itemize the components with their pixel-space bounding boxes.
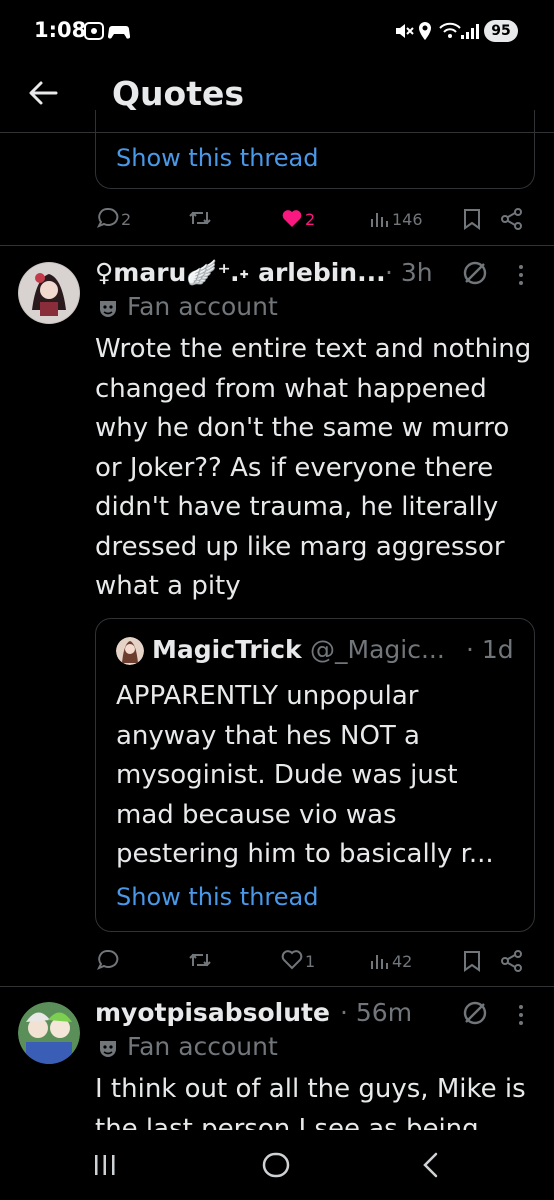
status-bar: 1:08 95 [0,0,554,62]
quoted-tweet-card[interactable]: Show this thread [95,110,535,189]
mute-icon [394,22,414,40]
like-count: 2 [305,210,316,229]
like-count: 1 [305,952,316,971]
tweet-actions: 1 42 [0,946,554,976]
reply-count: 2 [121,210,132,229]
account-label: Fan account [127,1032,278,1061]
quoted-avatar [116,637,144,665]
quoted-time: · 1d [466,635,514,664]
screenshot-icon [84,22,104,40]
quoted-display-name: MagicTrick [152,635,302,664]
divider [0,245,554,246]
battery-indicator: 95 [484,20,518,42]
grok-icon[interactable] [462,260,488,286]
like-heart-icon[interactable] [281,950,303,970]
system-navigation-bar [0,1130,554,1200]
view-count: 42 [392,952,413,971]
avatar[interactable] [18,262,80,324]
location-icon [418,21,432,41]
tweet-time[interactable]: · 3h [385,258,433,287]
grok-icon[interactable] [462,1000,488,1026]
home-icon[interactable] [262,1152,290,1178]
divider [0,986,554,987]
show-thread-link[interactable]: Show this thread [116,144,318,172]
display-name[interactable]: myotpisabsolute [95,998,330,1027]
more-options-icon[interactable] [517,1003,525,1027]
tweet-actions: 2 2 146 [0,204,554,234]
view-count: 146 [392,210,423,229]
quoted-text: APPARENTLY unpopular anyway that hes NOT… [116,681,494,869]
theater-mask-icon [97,298,119,320]
bookmark-icon[interactable] [463,950,481,972]
retweet-button[interactable] [188,208,212,228]
quoted-handle: @_Magic... [310,635,445,664]
display-name[interactable]: ♀maru🪽⁺․˖ arlebin... [95,258,395,288]
status-time: 1:08 [34,18,87,42]
tweet-text: Wrote the entire text and nothing change… [95,334,532,601]
share-icon[interactable] [500,208,524,230]
views-icon[interactable] [369,951,389,971]
show-thread-link[interactable]: Show this thread [116,883,318,911]
share-icon[interactable] [500,950,524,972]
avatar[interactable] [18,1002,80,1064]
page-title: Quotes [112,74,245,113]
wifi-icon [438,20,462,40]
tweet-text: I think out of all the guys, Mike is the… [95,1074,526,1130]
account-label: Fan account [127,292,278,321]
retweet-button[interactable] [188,950,212,970]
reply-button[interactable] [97,207,119,229]
reply-button[interactable] [97,949,119,971]
recent-apps-icon[interactable] [92,1152,118,1178]
back-nav-icon[interactable] [420,1152,440,1178]
bookmark-icon[interactable] [463,208,481,230]
theater-mask-icon [97,1038,119,1060]
tweet-time[interactable]: · 56m [340,998,412,1027]
more-options-icon[interactable] [517,263,525,287]
quoted-tweet-card[interactable]: MagicTrick @_Magic... · 1d APPARENTLY un… [95,618,535,932]
signal-icon [460,22,480,40]
back-arrow-icon[interactable] [28,80,58,106]
views-icon[interactable] [369,209,389,229]
like-heart-icon[interactable] [281,208,303,228]
game-controller-icon [108,22,130,40]
